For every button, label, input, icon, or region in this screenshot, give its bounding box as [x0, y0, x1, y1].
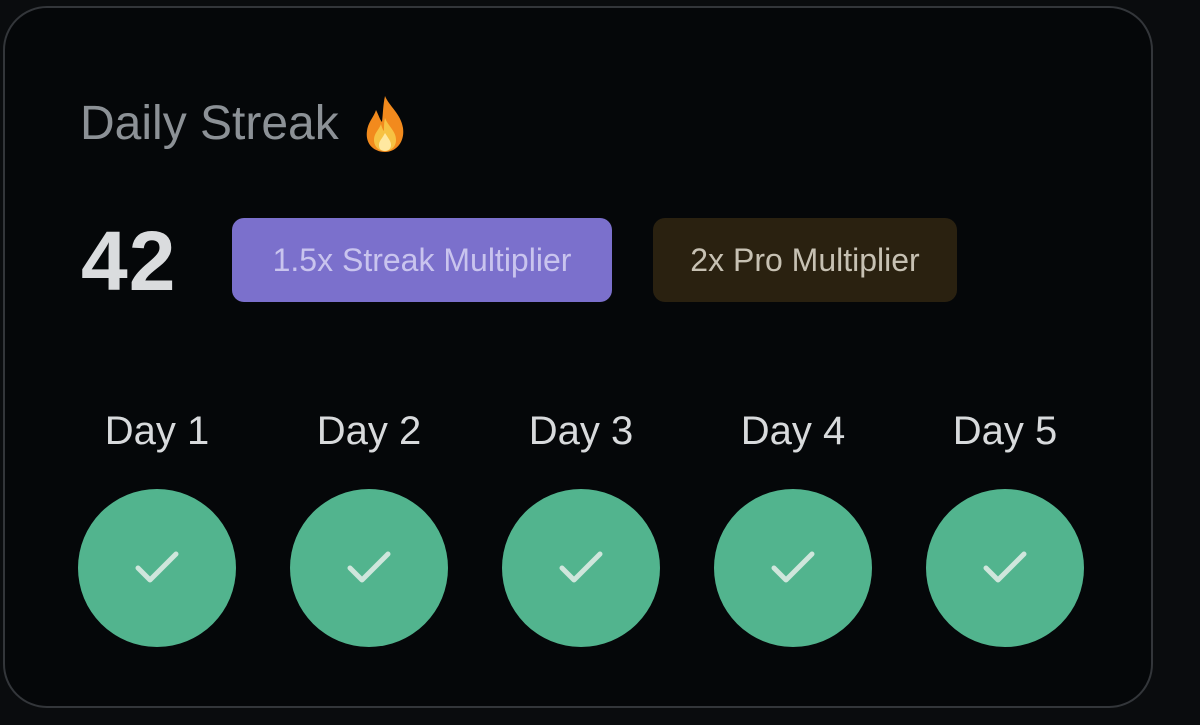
flame-icon	[361, 94, 409, 154]
day-complete-indicator	[78, 489, 236, 647]
card-title: Daily Streak	[80, 97, 339, 150]
day-label: Day 2	[316, 409, 422, 453]
day-label: Day 1	[104, 409, 210, 453]
day-label: Day 3	[528, 409, 634, 453]
day-item: Day 5	[926, 403, 1084, 647]
day-item: Day 1	[78, 403, 236, 647]
daily-streak-card: Daily Streak 42 1.5x Streak Multiplier 2…	[3, 6, 1153, 708]
streak-multiplier-badge: 1.5x Streak Multiplier	[232, 218, 612, 302]
card-header: Daily Streak	[80, 94, 409, 154]
day-complete-indicator	[926, 489, 1084, 647]
check-icon	[982, 550, 1028, 586]
day-item: Day 3	[502, 403, 660, 647]
day-label: Day 4	[740, 409, 846, 453]
day-label: Day 5	[952, 409, 1058, 453]
check-icon	[770, 550, 816, 586]
day-complete-indicator	[502, 489, 660, 647]
pro-multiplier-badge: 2x Pro Multiplier	[653, 218, 957, 302]
check-icon	[346, 550, 392, 586]
check-icon	[558, 550, 604, 586]
day-tracker: Day 1 Day 2 Day 3 Day 4 Day 5	[78, 403, 1084, 647]
day-complete-indicator	[290, 489, 448, 647]
day-item: Day 4	[714, 403, 872, 647]
check-icon	[134, 550, 180, 586]
day-item: Day 2	[290, 403, 448, 647]
streak-count: 42	[81, 214, 177, 308]
day-complete-indicator	[714, 489, 872, 647]
